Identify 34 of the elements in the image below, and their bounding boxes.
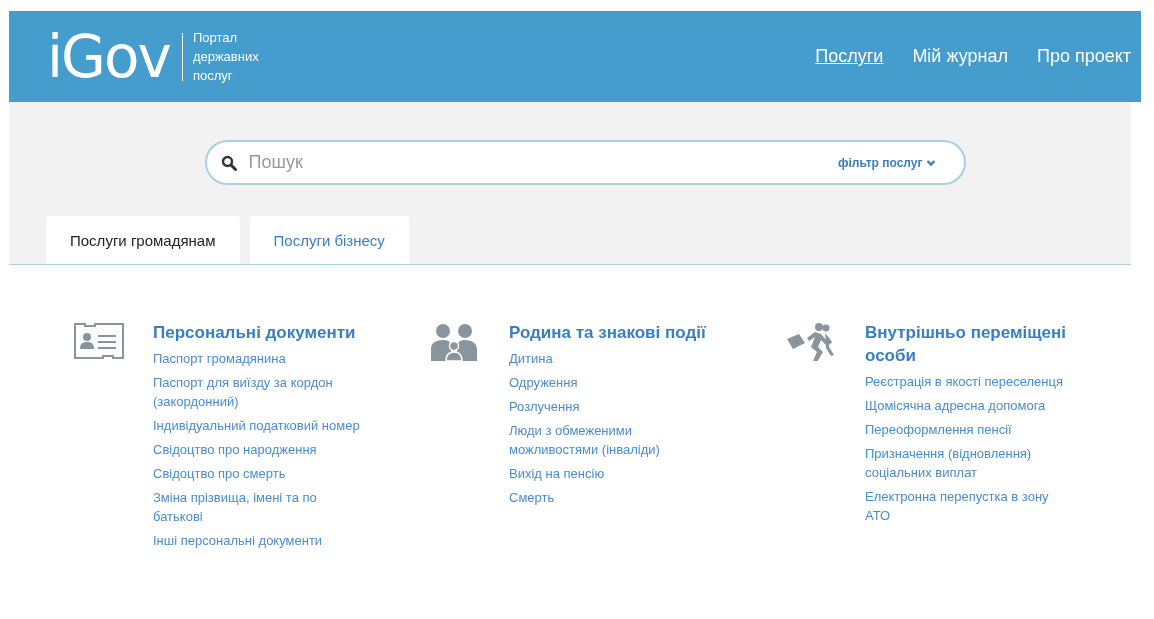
- service-link[interactable]: Свідоцтво про смерть: [153, 464, 363, 483]
- service-link[interactable]: Щомісячна адресна допомога: [865, 396, 1075, 415]
- logo[interactable]: iGov: [47, 27, 170, 86]
- service-link[interactable]: Паспорт для виїзду за кордон (закордонний): [153, 373, 363, 411]
- nav-link[interactable]: Про проект: [1036, 46, 1131, 67]
- search-field[interactable]: Пошук фільтр послуг: [204, 140, 966, 185]
- service-link[interactable]: Люди з обмеженими можливостями (інваліди): [509, 421, 719, 459]
- service-link[interactable]: Призначення (відновлення) соціальних виплат: [865, 444, 1075, 482]
- service-link[interactable]: Свідоцтво про народження: [153, 440, 363, 459]
- service-link[interactable]: Паспорт громадянина: [153, 349, 363, 368]
- nav-link[interactable]: Мій журнал: [912, 46, 1008, 67]
- service-link[interactable]: Смерть: [509, 488, 719, 507]
- service-link[interactable]: Одруження: [509, 373, 719, 392]
- category-title[interactable]: Родина та знакові події: [509, 321, 734, 344]
- category-title[interactable]: Персональні документи: [153, 321, 378, 344]
- service-link[interactable]: Розлучення: [509, 397, 719, 416]
- running-people-icon: [785, 321, 837, 361]
- search-icon: [220, 154, 237, 171]
- category-title[interactable]: Внутрішньо переміщені особи: [865, 321, 1090, 367]
- service-link[interactable]: Індивідуальний податковий номер: [153, 416, 363, 435]
- service-link[interactable]: Дитина: [509, 349, 719, 368]
- id-card-icon: [73, 321, 125, 361]
- service-link[interactable]: Реєстрація в якості переселенця: [865, 372, 1075, 391]
- service-link[interactable]: Електронна перепустка в зону АТО: [865, 487, 1075, 525]
- tab[interactable]: Послуги бізнесу: [249, 216, 409, 264]
- service-link[interactable]: Інші персональні документи: [153, 531, 363, 550]
- service-link[interactable]: Переоформлення пенсії: [865, 420, 1075, 439]
- filter-dropdown[interactable]: фільтр послуг: [837, 155, 936, 170]
- tagline: Портал державних послуг: [192, 29, 260, 85]
- service-link[interactable]: Зміна прізвища, імені та по батькові: [153, 488, 363, 526]
- tab[interactable]: Послуги громадянам: [46, 216, 240, 264]
- nav-link[interactable]: Послуги: [815, 46, 884, 67]
- chevron-down-icon: [925, 158, 936, 167]
- service-link[interactable]: Вихід на пенсію: [509, 464, 719, 483]
